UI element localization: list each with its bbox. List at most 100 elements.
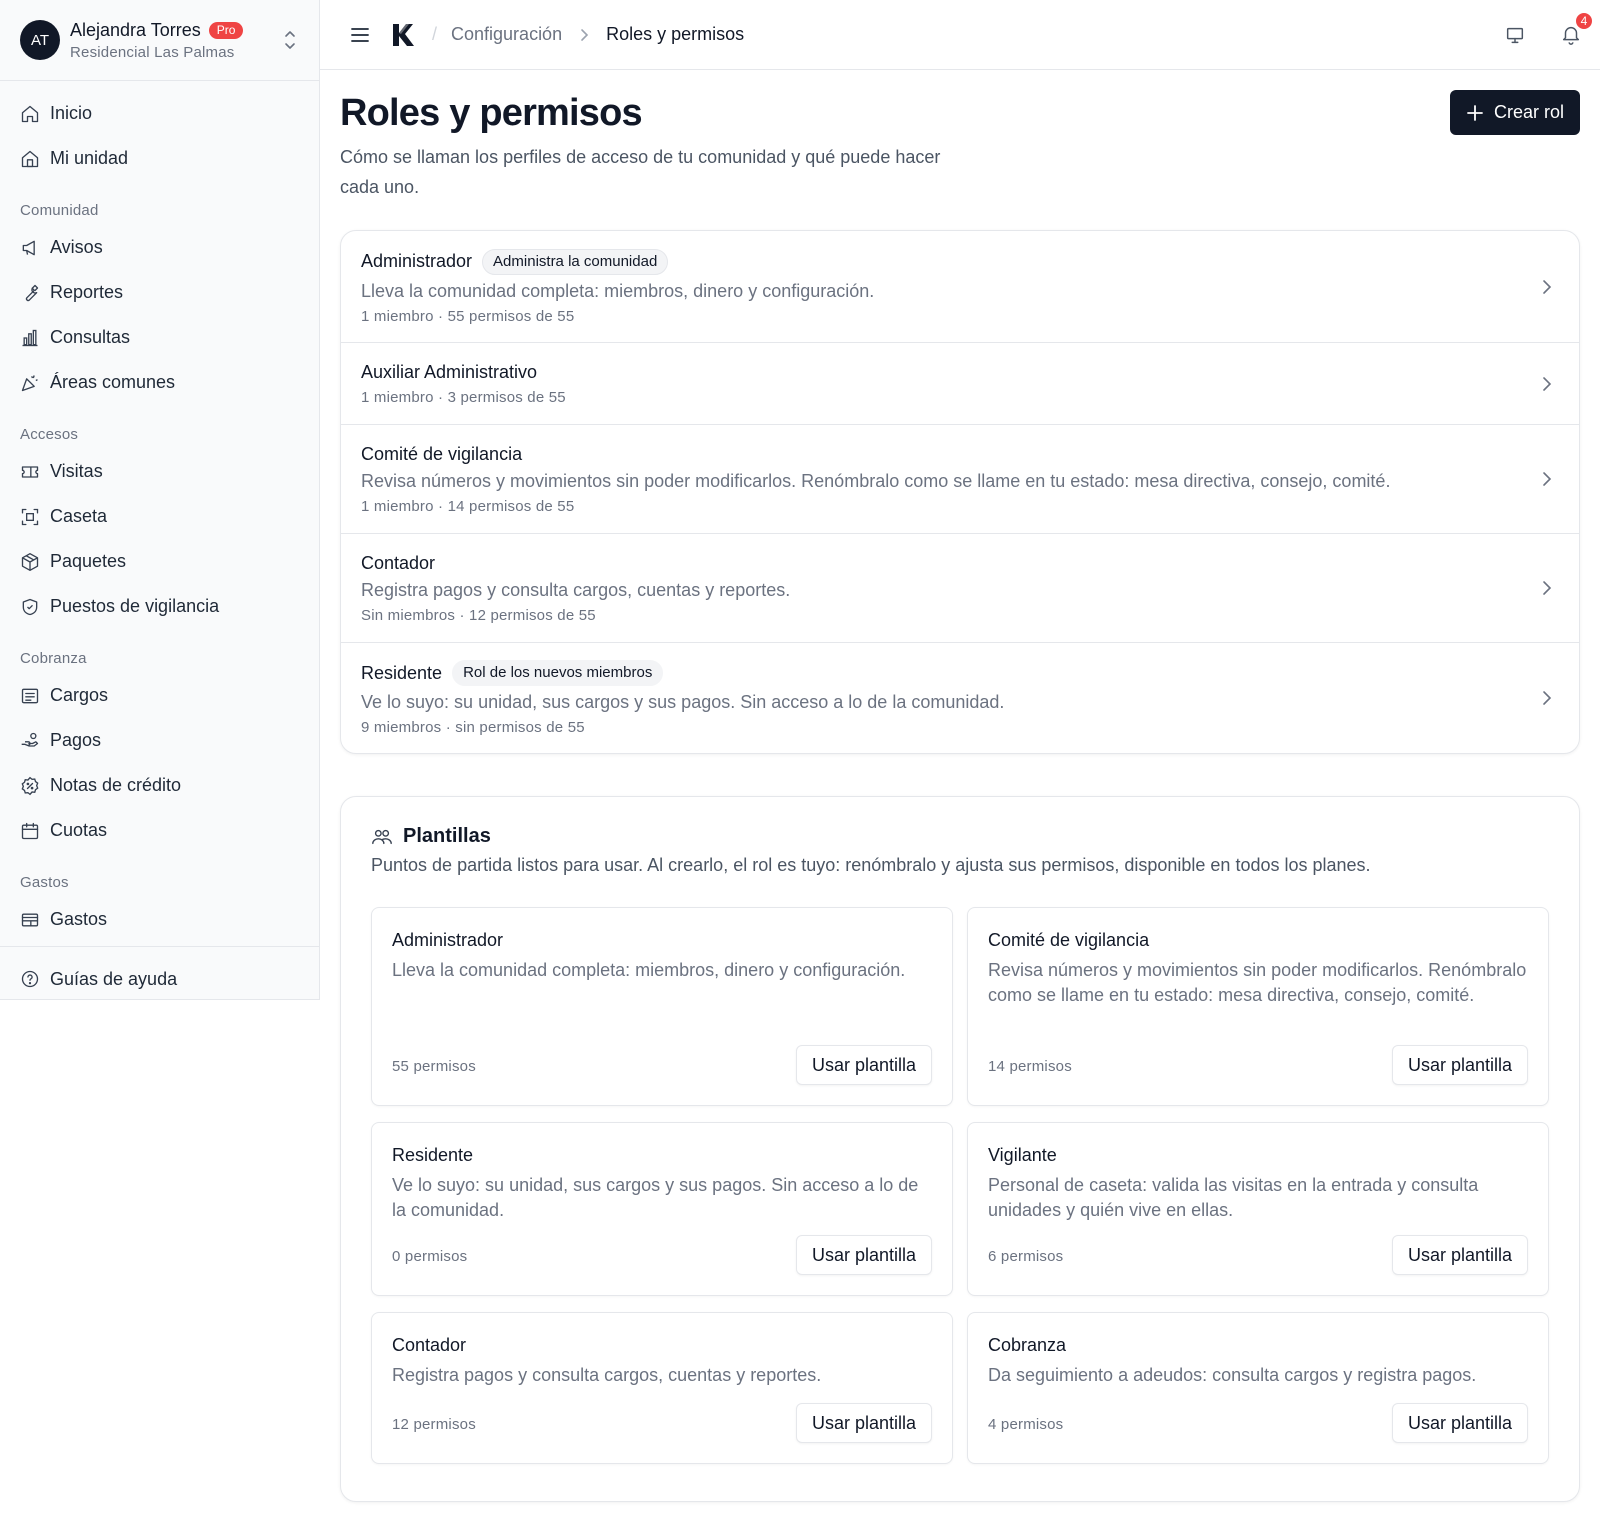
app-logo[interactable] (390, 22, 416, 48)
use-template-button[interactable]: Usar plantilla (795, 1403, 932, 1443)
template-permission-count: 0 permisos (392, 1248, 468, 1265)
template-description: Lleva la comunidad completa: miembros, d… (392, 960, 906, 980)
role-description: Ve lo suyo: su unidad, sus cargos y sus … (361, 692, 1005, 712)
menu-icon[interactable] (348, 23, 372, 47)
role-row-administrador[interactable]: Administrador Administra la comunidad Ll… (341, 231, 1579, 343)
template-permission-count: 12 permisos (392, 1416, 476, 1433)
receipt-icon (21, 688, 39, 703)
section-title-accesos: Accesos (20, 426, 79, 443)
breadcrumb-separator: / (432, 24, 438, 44)
chevrons-up-down-icon[interactable] (281, 27, 299, 53)
sidebar-item-avisos[interactable]: Avisos (0, 225, 319, 270)
template-description: Registra pagos y consulta cargos, cuenta… (392, 1365, 822, 1385)
template-card-vigilante: Vigilante Personal de caseta: valida las… (967, 1122, 1549, 1296)
sidebar-item-cargos[interactable]: Cargos (0, 673, 319, 718)
page-description: Cómo se llaman los perfiles de acceso de… (340, 147, 941, 197)
template-name: Vigilante (988, 1145, 1057, 1165)
sidebar-item-visitas[interactable]: Visitas (0, 449, 319, 494)
sidebar-item-caseta[interactable]: Caseta (0, 494, 319, 539)
chevron-right-icon (1543, 376, 1552, 391)
use-template-button[interactable]: Usar plantilla (795, 1235, 932, 1275)
hand-coins-icon (21, 732, 39, 747)
template-card-residente: Residente Ve lo suyo: su unidad, sus car… (371, 1122, 953, 1296)
template-card-administrador: Administrador Lleva la comunidad complet… (371, 907, 953, 1106)
page-title: Roles y permisos (340, 92, 643, 134)
chevron-right-icon (581, 28, 589, 41)
role-row-residente[interactable]: Residente Rol de los nuevos miembros Ve … (341, 643, 1579, 753)
sidebar-item-label: Gastos (50, 909, 108, 929)
chevron-right-icon (1543, 691, 1552, 705)
sidebar-item-label: Visitas (50, 461, 103, 481)
template-card-comite-de-vigilancia: Comité de vigilancia Revisa números y mo… (967, 907, 1549, 1106)
package-icon (21, 552, 39, 571)
sidebar-item-paquetes[interactable]: Paquetes (0, 539, 319, 584)
role-description: Revisa números y movimientos sin poder m… (361, 470, 1391, 491)
sidebar-item-label: Inicio (50, 103, 93, 123)
sidebar-item-label: Mi unidad (50, 148, 129, 168)
megaphone-icon (22, 240, 35, 255)
sidebar-item-guias-de-ayuda[interactable]: Guías de ayuda (0, 947, 319, 1011)
help-circle-icon (21, 970, 39, 988)
topbar-actions: 4 (1504, 0, 1594, 70)
role-meta: Sin miembros · 12 permisos de 55 (361, 606, 596, 624)
sidebar-item-label: Guías de ayuda (50, 968, 178, 989)
template-permission-count: 55 permisos (392, 1058, 476, 1075)
badge-percent-icon (21, 776, 39, 795)
template-name: Residente (392, 1145, 474, 1165)
sidebar-item-label: Caseta (50, 506, 108, 526)
wallet-icon (21, 913, 39, 926)
role-row-auxiliar-administrativo[interactable]: Auxiliar Administrativo 1 miembro · 3 pe… (341, 343, 1579, 425)
notifications-button[interactable]: 4 (1560, 11, 1594, 46)
templates-header: Plantillas (371, 825, 491, 848)
sidebar-item-gastos[interactable]: Gastos (0, 897, 319, 942)
sidebar-item-reportes[interactable]: Reportes (0, 270, 319, 315)
roles-list: Administrador Administra la comunidad Ll… (340, 230, 1580, 754)
template-description: Da seguimiento a adeudos: consulta cargo… (988, 1365, 1477, 1385)
sidebar-item-label: Notas de crédito (50, 775, 182, 795)
chevron-right-icon (1543, 581, 1552, 595)
breadcrumb-configuracion[interactable]: Configuración (451, 24, 562, 45)
users-icon (372, 829, 392, 844)
community-switcher[interactable]: AT Alejandra Torres Pro Residencial Las … (0, 0, 319, 81)
role-row-contador[interactable]: Contador Registra pagos y consulta cargo… (341, 534, 1579, 643)
create-role-button[interactable]: Crear rol (1449, 90, 1580, 135)
sidebar-item-label: Paquetes (50, 551, 127, 571)
use-template-button[interactable]: Usar plantilla (1391, 1045, 1528, 1085)
use-template-button[interactable]: Usar plantilla (1391, 1403, 1528, 1443)
sidebar-item-pagos[interactable]: Pagos (0, 718, 319, 763)
notification-count-badge: 4 (1574, 11, 1594, 31)
create-role-label: Crear rol (1493, 102, 1564, 122)
avatar: AT (20, 20, 60, 60)
user-info: Alejandra Torres Pro Residencial Las Pal… (70, 20, 281, 61)
template-card-cobranza: Cobranza Da seguimiento a adeudos: consu… (967, 1312, 1549, 1464)
scan-icon (21, 508, 39, 525)
sidebar-item-notas-de-credito[interactable]: Notas de crédito (0, 763, 319, 808)
use-template-button[interactable]: Usar plantilla (795, 1045, 932, 1085)
sidebar-item-consultas[interactable]: Consultas (0, 315, 319, 360)
template-name: Cobranza (988, 1335, 1067, 1355)
role-description: Lleva la comunidad completa: miembros, d… (361, 280, 875, 301)
sidebar-item-cuotas[interactable]: Cuotas (0, 808, 319, 853)
templates-description: Puntos de partida listos para usar. Al c… (371, 855, 1371, 875)
role-row-comite-de-vigilancia[interactable]: Comité de vigilancia Revisa números y mo… (341, 425, 1579, 534)
monitor-icon[interactable] (1504, 24, 1526, 46)
role-description: Registra pagos y consulta cargos, cuenta… (361, 579, 791, 600)
template-permission-count: 6 permisos (988, 1248, 1064, 1265)
sidebar-item-label: Avisos (50, 237, 103, 257)
templates-section: Plantillas Puntos de partida listos para… (340, 796, 1580, 1502)
template-name: Administrador (392, 930, 504, 950)
template-description: Personal de caseta: valida las visitas e… (988, 1175, 1479, 1220)
sidebar: AT Alejandra Torres Pro Residencial Las … (0, 0, 320, 1000)
party-icon (21, 374, 38, 391)
sidebar-item-puestos-de-vigilancia[interactable]: Puestos de vigilancia (0, 584, 319, 629)
sidebar-item-label: Consultas (50, 327, 131, 347)
breadcrumb-current: Roles y permisos (606, 24, 745, 44)
template-description: Ve lo suyo: su unidad, sus cargos y sus … (392, 1175, 919, 1220)
sidebar-item-inicio[interactable]: Inicio (0, 91, 319, 136)
sidebar-item-label: Reportes (50, 282, 124, 302)
bar-chart-icon (22, 329, 38, 346)
ticket-icon (21, 465, 39, 478)
sidebar-item-areas-comunes[interactable]: Áreas comunes (0, 360, 319, 405)
sidebar-item-mi-unidad[interactable]: Mi unidad (0, 136, 319, 181)
use-template-button[interactable]: Usar plantilla (1391, 1235, 1528, 1275)
